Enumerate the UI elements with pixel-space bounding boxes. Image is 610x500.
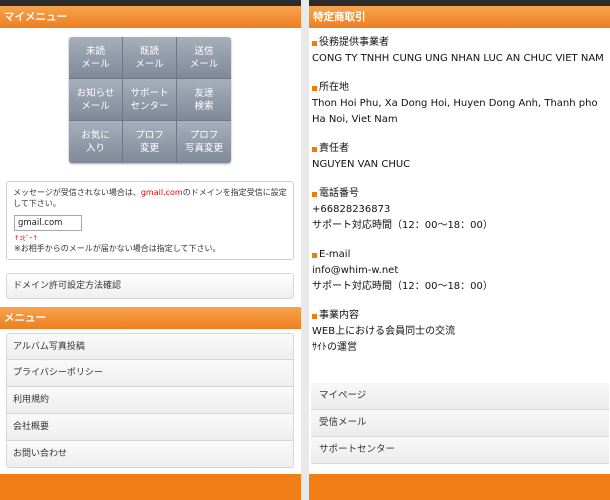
menu-item-privacy-policy[interactable]: プライバシーポリシー [6, 360, 294, 387]
cell-label-1: お気に [81, 130, 110, 141]
grid-profile-photo-edit[interactable]: プロフ 写真変更 [177, 121, 231, 163]
grid-unread-mail[interactable]: 未読 メール [69, 37, 123, 79]
left-screen: マイメニュー 未読 メール 既読 メール 送信 メール お知らせ メール サポート センタ… [0, 0, 301, 500]
my-menu-grid: 未読 メール 既読 メール 送信 メール お知らせ メール サポート センター 友達 検索 … [69, 37, 231, 163]
section-value: Thon Hoi Phu, Xa Dong Hoi, Huyen Dong An… [312, 98, 598, 125]
section-title: 役務提供事業者 [319, 37, 389, 48]
bullet-square-icon [312, 85, 317, 91]
domain-notice-text: メッセージが受信されない場合は、gmail.comのドメインを指定受信に設定して… [13, 187, 287, 209]
grid-favorites[interactable]: お気に 入り [69, 121, 123, 163]
section-email: E-mail info@whim-w.net サポート対応時間（12：00～18… [312, 248, 610, 295]
section-value: info@whim-w.net [312, 265, 399, 276]
cell-label-1: 友達 [194, 87, 214, 99]
cell-label-2: 検索 [194, 100, 214, 112]
section-title: 電話番号 [319, 188, 359, 199]
menu-item-inbox[interactable]: 受信メール [311, 410, 609, 437]
menu-item-support-center[interactable]: サポートセンター [311, 437, 609, 464]
grid-notice-mail[interactable]: お知らせ メール [69, 79, 123, 121]
bullet-square-icon [312, 191, 317, 197]
grid-read-mail[interactable]: 既読 メール [123, 37, 177, 79]
panel-divider [301, 0, 309, 500]
notice-hint: ※お相手からのメールが届かない場合は指定して下さい。 [14, 244, 221, 253]
grid-friend-search[interactable]: 友達 検索 [177, 79, 231, 121]
bullet-square-icon [312, 252, 317, 258]
cell-label-1: 未読 [85, 45, 105, 57]
cell-label-2: 写真変更 [184, 143, 223, 154]
domain-notice-box: メッセージが受信されない場合は、gmail.comのドメインを指定受信に設定して… [6, 181, 294, 260]
menu-item-contact[interactable]: お問い合わせ [6, 441, 294, 468]
footer-bar [309, 474, 610, 500]
menu-item-terms[interactable]: 利用規約 [6, 387, 294, 414]
section-value: サポート対応時間（12：00～18：00） [312, 220, 493, 231]
tokutei-header: 特定商取引 [309, 6, 610, 28]
cell-label-2: メール [81, 100, 110, 112]
section-value: CONG TY TNHH CUNG UNG NHAN LUC AN CHUC V… [312, 53, 604, 64]
bullet-square-icon [312, 313, 317, 319]
grid-support-center[interactable]: サポート センター [123, 79, 177, 121]
cell-label-2: メール [81, 58, 110, 70]
section-value: NGUYEN VAN CHUC [312, 159, 411, 170]
section-address: 所在地 Thon Hoi Phu, Xa Dong Hoi, Huyen Don… [312, 81, 610, 128]
notice-text-before: メッセージが受信されない場合は、 [13, 188, 141, 197]
business-info: 役務提供事業者 CONG TY TNHH CUNG UNG NHAN LUC A… [312, 36, 610, 362]
domain-settings-button[interactable]: ドメイン許可設定方法確認 [6, 273, 294, 299]
cell-label-2: 入り [85, 143, 105, 154]
section-title: 所在地 [319, 82, 349, 93]
grid-profile-edit[interactable]: プロフ 変更 [123, 121, 177, 163]
cell-label-1: サポート [130, 87, 169, 99]
cell-label-1: お知らせ [76, 87, 115, 99]
section-title: 事業内容 [319, 310, 359, 321]
menu-list: アルバム写真投稿 プライバシーポリシー 利用規約 会社概要 お問い合わせ [6, 333, 294, 468]
menu-item-company[interactable]: 会社概要 [6, 414, 294, 441]
section-value: WEB上における会員同士の交流 [312, 326, 456, 337]
cell-label-2: メール [189, 58, 219, 70]
section-phone: 電話番号 +66828236873 サポート対応時間（12：00～18：00） [312, 187, 610, 234]
section-value: ｻｲﾄの運営 [312, 342, 357, 353]
section-business: 事業内容 WEB上における会員同士の交流 ｻｲﾄの運営 [312, 309, 610, 356]
section-value: +66828236873 [312, 204, 391, 215]
notice-domain: gmail.com [140, 188, 183, 197]
cell-label-2: センター [130, 100, 169, 112]
cell-label-2: 変更 [139, 143, 159, 154]
right-screen: 特定商取引 役務提供事業者 CONG TY TNHH CUNG UNG NHAN… [309, 0, 610, 500]
section-title: E-mail [319, 249, 351, 260]
cell-label-1: プロフ [189, 130, 219, 141]
footer-bar [0, 474, 301, 500]
bottom-menu-list: マイページ 受信メール サポートセンター [311, 383, 609, 464]
bullet-square-icon [312, 40, 317, 46]
section-title: 責任者 [319, 143, 349, 154]
grid-sent-mail[interactable]: 送信 メール [177, 37, 231, 79]
my-menu-header: マイメニュー [0, 6, 301, 28]
cell-label-2: メール [135, 58, 164, 70]
cell-label-1: プロフ [135, 130, 164, 141]
section-provider: 役務提供事業者 CONG TY TNHH CUNG UNG NHAN LUC A… [312, 36, 610, 67]
bullet-square-icon [312, 146, 317, 152]
menu-item-mypage[interactable]: マイページ [311, 383, 609, 410]
menu-item-album-upload[interactable]: アルバム写真投稿 [6, 333, 294, 360]
section-manager: 責任者 NGUYEN VAN CHUC [312, 142, 610, 173]
cell-label-1: 送信 [194, 45, 214, 57]
menu-header: メニュー [0, 307, 301, 329]
domain-copy-input[interactable] [14, 215, 82, 231]
cell-label-1: 既読 [139, 45, 159, 57]
section-value: サポート対応時間（12：00～18：00） [312, 281, 493, 292]
